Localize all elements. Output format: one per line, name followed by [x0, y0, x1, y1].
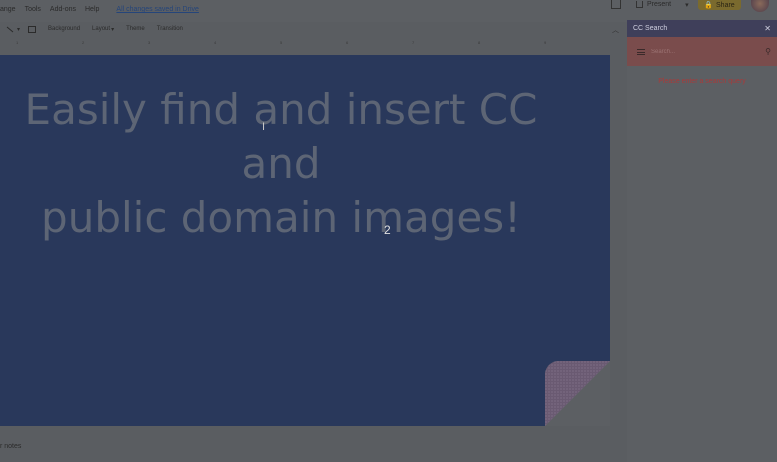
comment-icon[interactable]: [611, 0, 621, 9]
ruler-tick: 3: [148, 40, 151, 45]
chevron-down-icon[interactable]: ▾: [685, 1, 689, 9]
page-curl-image: [545, 361, 610, 426]
save-status-link[interactable]: All changes saved in Drive: [116, 6, 199, 13]
layout-button[interactable]: Layout: [92, 26, 110, 32]
share-label: Share: [716, 1, 735, 9]
toolbar: ▾ Background Layout ▾ Theme Transition: [0, 22, 627, 36]
slide-canvas[interactable]: Easily find and insert CC and public dom…: [0, 55, 610, 426]
panel-title: CC Search: [633, 25, 668, 32]
speaker-notes-label[interactable]: r notes: [0, 443, 21, 450]
ruler-tick: 7: [412, 40, 415, 45]
chevron-up-icon[interactable]: ︿: [612, 25, 619, 35]
slide-title-line: Easily find and insert CC and: [24, 85, 538, 188]
theme-button[interactable]: Theme: [126, 26, 145, 32]
present-button[interactable]: Present ▾: [636, 0, 696, 9]
slide-title-line: public domain images!: [41, 193, 521, 242]
transition-button[interactable]: Transition: [157, 26, 183, 32]
panel-header: CC Search ✕: [627, 20, 777, 37]
ruler-tick: 9: [544, 40, 547, 45]
line-tool-icon[interactable]: [6, 26, 14, 33]
ruler: 1 2 3 4 5 6 7 8 9: [0, 38, 612, 46]
slide-number: 2: [384, 223, 391, 237]
top-bar: ange Tools Add-ons Help All changes save…: [0, 0, 777, 22]
chevron-down-icon[interactable]: ▾: [111, 26, 114, 33]
cc-search-panel: CC Search ✕ ⚲ Please enter a search quer…: [627, 20, 777, 462]
close-icon[interactable]: ✕: [764, 24, 771, 33]
search-icon[interactable]: ⚲: [765, 47, 771, 56]
menu-bar: ange Tools Add-ons Help All changes save…: [0, 6, 199, 13]
text-cursor-icon: I: [262, 121, 266, 133]
menu-item-arrange[interactable]: ange: [0, 6, 16, 13]
avatar[interactable]: [751, 0, 769, 12]
error-message: Please enter a search query: [658, 78, 746, 85]
ruler-tick: 1: [16, 40, 19, 45]
share-button[interactable]: 🔒 Share: [698, 0, 741, 10]
search-bar: ⚲: [627, 37, 777, 66]
background-button[interactable]: Background: [48, 26, 80, 32]
search-input[interactable]: [651, 48, 766, 55]
present-icon: [636, 1, 643, 8]
hamburger-icon[interactable]: [637, 48, 645, 55]
menu-item-tools[interactable]: Tools: [25, 6, 41, 13]
menu-item-addons[interactable]: Add-ons: [50, 6, 76, 13]
comment-add-icon[interactable]: [28, 25, 37, 33]
ruler-tick: 5: [280, 40, 283, 45]
ruler-tick: 4: [214, 40, 217, 45]
lock-icon: 🔒: [704, 2, 714, 9]
ruler-tick: 6: [346, 40, 349, 45]
chevron-down-icon[interactable]: ▾: [17, 26, 20, 33]
ruler-tick: 8: [478, 40, 481, 45]
slide-title[interactable]: Easily find and insert CC and public dom…: [0, 83, 562, 245]
menu-item-help[interactable]: Help: [85, 6, 99, 13]
present-label: Present: [647, 1, 672, 8]
ruler-tick: 2: [82, 40, 85, 45]
